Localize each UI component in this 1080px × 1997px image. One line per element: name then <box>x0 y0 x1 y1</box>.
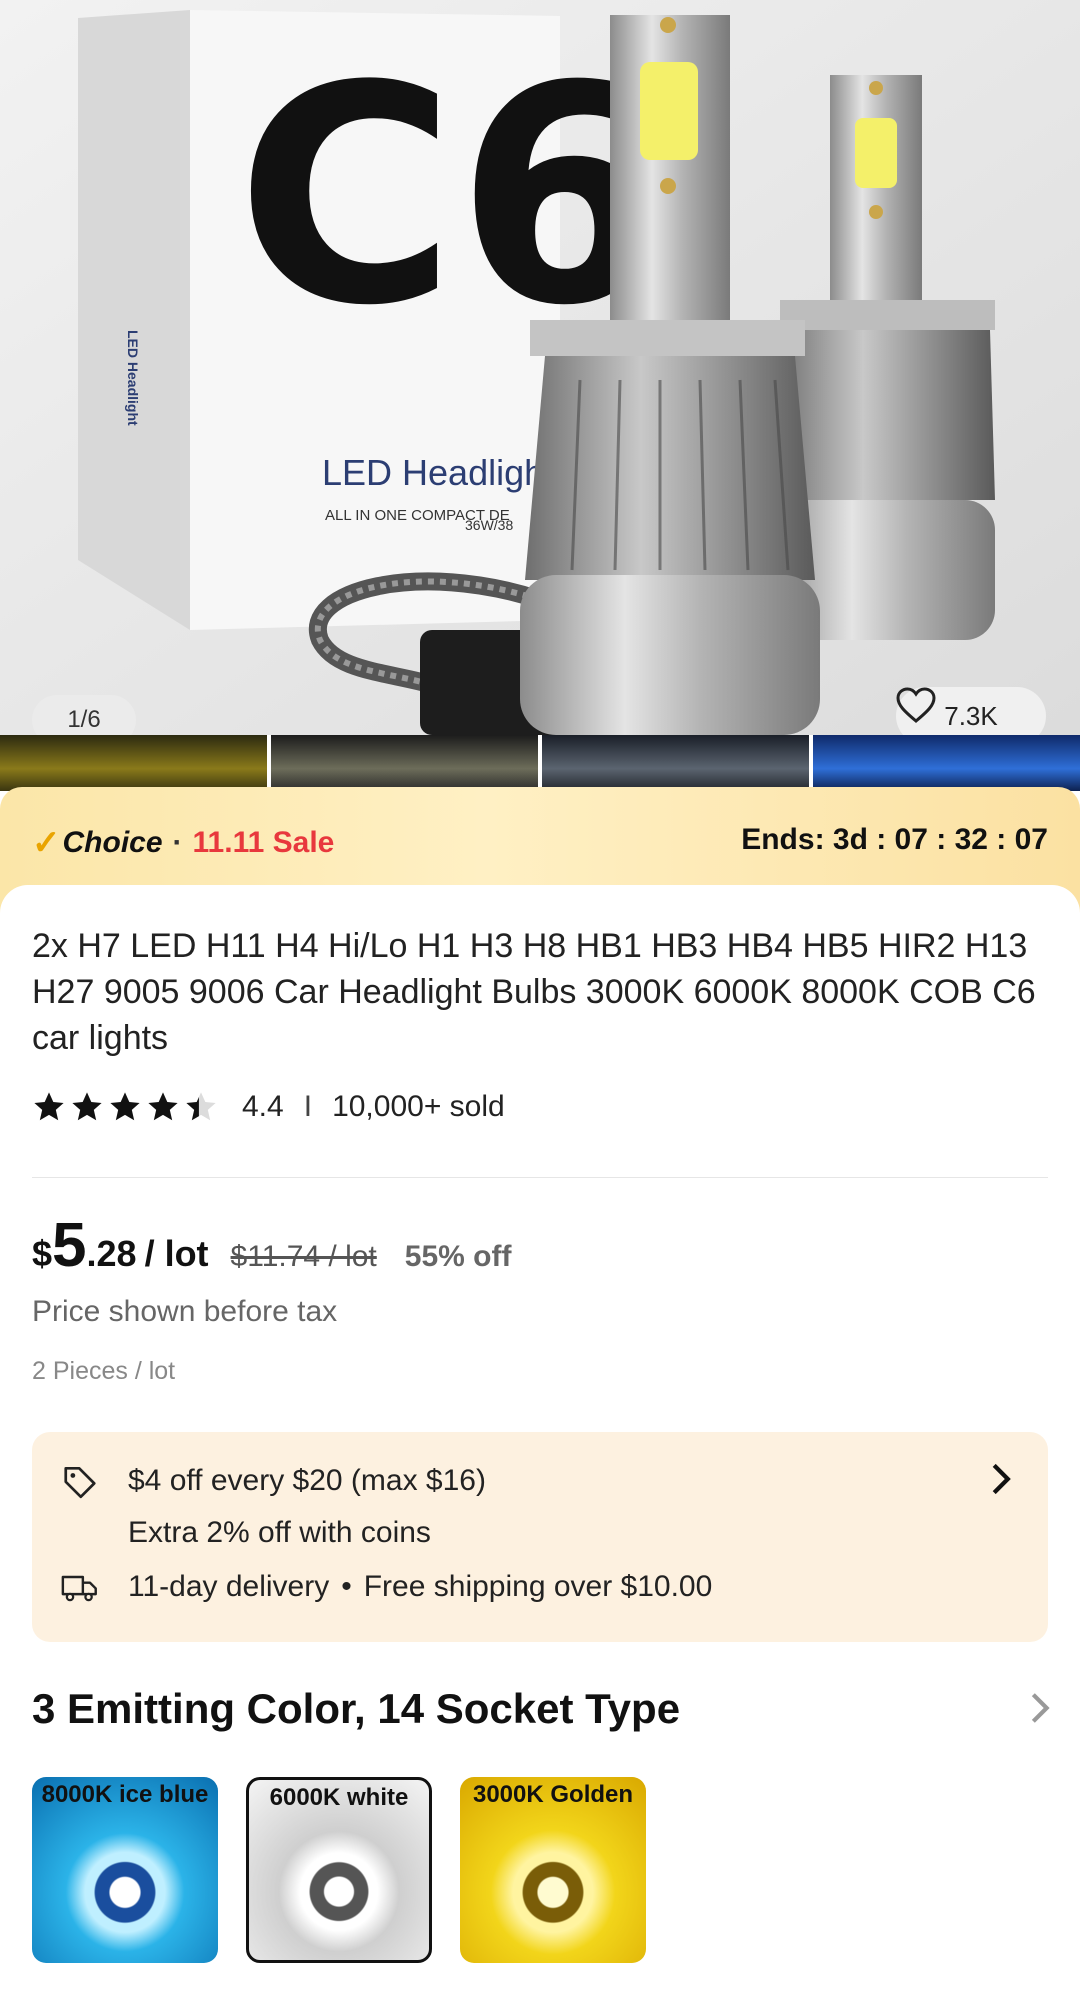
box-side-label: LED Headlight <box>125 330 141 426</box>
box-title: LED Headligh <box>322 452 544 493</box>
price-decimal: .28 <box>86 1233 137 1274</box>
coupon-row[interactable]: $4 off every $20 (max $16) <box>32 1462 486 1500</box>
separator: I <box>303 1090 313 1123</box>
coins-row: Extra 2% off with coins <box>32 1516 431 1550</box>
thumbnail[interactable] <box>813 735 1080 791</box>
sold-count: 10,000+ sold <box>332 1090 505 1123</box>
coupon-text: $4 off every $20 (max $16) <box>128 1464 486 1497</box>
product-details: 2x H7 LED H11 H4 Hi/Lo H1 H3 H8 HB1 HB3 … <box>0 885 1080 1997</box>
rating-row[interactable]: 4.4 I 10,000+ sold <box>32 1090 505 1124</box>
variant-label: 8000K ice blue <box>41 1781 209 1808</box>
separator-dot: · <box>172 826 183 859</box>
tag-icon <box>64 1466 96 1499</box>
delivery-row[interactable]: 11-day delivery • Free shipping over $10… <box>32 1570 712 1604</box>
tax-note: Price shown before tax <box>32 1295 338 1328</box>
pieces-per-lot: 2 Pieces / lot <box>32 1357 176 1385</box>
thumbnail-strip <box>0 735 1080 791</box>
price-row: $ 5 .28 / lot $11.74 / lot 55% off <box>32 1210 511 1281</box>
discount-badge: 55% off <box>404 1240 512 1273</box>
coins-text: Extra 2% off with coins <box>128 1516 431 1549</box>
box-wattage: 36W/38 <box>465 517 513 533</box>
star-icon <box>110 1092 140 1121</box>
star-icon <box>72 1092 102 1121</box>
star-icon <box>34 1092 64 1121</box>
variant-label: 6000K white <box>269 1784 409 1811</box>
product-photo: C6 LED Headligh ALL IN ONE COMPACT DE 36… <box>0 0 1080 735</box>
variant-option-white[interactable]: 6000K white <box>246 1777 432 1963</box>
chevron-right-icon[interactable] <box>1030 1691 1050 1725</box>
price-whole: 5 <box>52 1211 87 1280</box>
offers-panel[interactable]: $4 off every $20 (max $16) Extra 2% off … <box>32 1432 1048 1642</box>
rating-value: 4.4 <box>242 1090 284 1123</box>
checkmark-icon: ✓ <box>32 824 61 862</box>
half-star-icon <box>186 1092 216 1121</box>
thumbnail[interactable] <box>271 735 538 791</box>
box-brand: C6 <box>236 22 665 371</box>
original-price: $11.74 / lot <box>230 1240 377 1273</box>
wishlist-count: 7.3K <box>944 700 998 731</box>
star-icon <box>148 1092 178 1121</box>
delivery-text: 11-day delivery <box>128 1570 330 1603</box>
sale-countdown: Ends: 3d : 07 : 32 : 07 <box>741 823 1048 856</box>
variant-label: 3000K Golden <box>472 1781 634 1808</box>
variant-option-ice-blue[interactable]: 8000K ice blue <box>32 1777 218 1963</box>
wishlist-button[interactable]: 7.3K <box>896 687 1046 735</box>
sale-label: 11.11 Sale <box>192 826 335 859</box>
truck-icon <box>61 1575 97 1602</box>
price-unit: / lot <box>144 1233 209 1274</box>
product-title: 2x H7 LED H11 H4 Hi/Lo H1 H3 H8 HB1 HB3 … <box>32 927 1036 1057</box>
image-counter: 1/6 <box>32 695 136 735</box>
variant-options: 8000K ice blue 6000K white 3000K Golden <box>32 1777 646 1963</box>
thumbnail[interactable] <box>0 735 267 791</box>
shipping-text: Free shipping over $10.00 <box>363 1570 713 1603</box>
variant-option-golden[interactable]: 3000K Golden <box>460 1777 646 1963</box>
divider <box>32 1177 1048 1178</box>
variant-heading[interactable]: 3 Emitting Color, 14 Socket Type <box>32 1685 680 1733</box>
heart-icon <box>896 687 936 723</box>
price-currency: $ <box>32 1233 53 1274</box>
product-image[interactable]: C6 LED Headligh ALL IN ONE COMPACT DE 36… <box>0 0 1080 735</box>
thumbnail[interactable] <box>542 735 809 791</box>
chevron-right-icon[interactable] <box>990 1462 1012 1496</box>
choice-label: Choice <box>62 826 163 859</box>
separator-dot: • <box>341 1570 352 1603</box>
rating-stars <box>32 1091 218 1123</box>
